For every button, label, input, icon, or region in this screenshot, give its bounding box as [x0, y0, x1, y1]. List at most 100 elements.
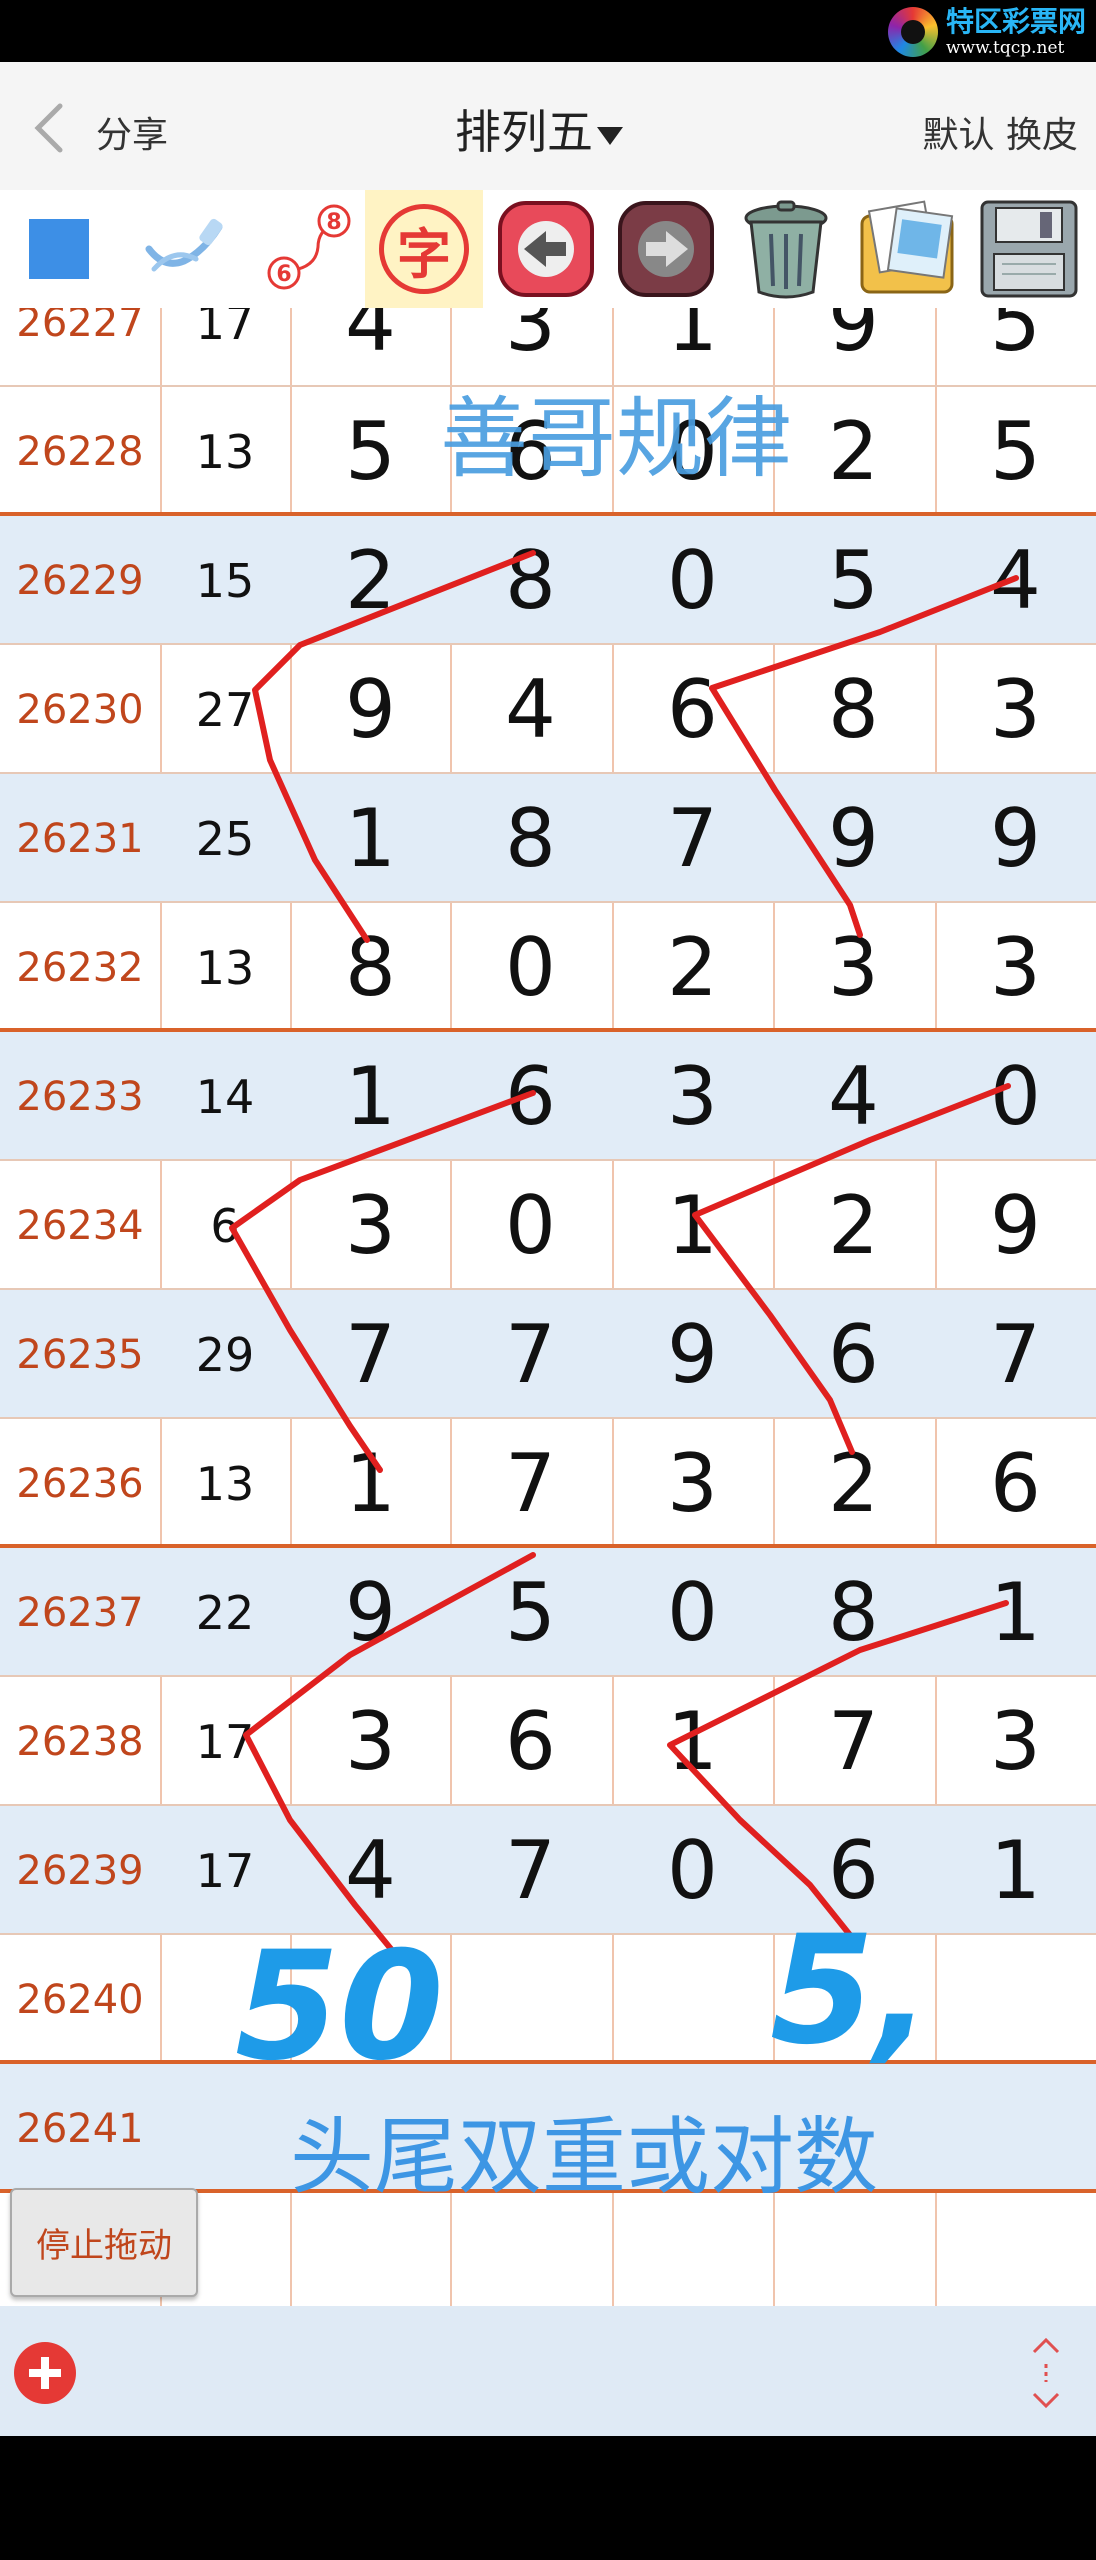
digit-cell[interactable]: 7: [450, 1806, 611, 1935]
pen-icon[interactable]: [125, 190, 243, 308]
digit-cell[interactable]: 1: [290, 1419, 451, 1548]
trash-icon[interactable]: [727, 190, 845, 308]
digit-cell[interactable]: 7: [450, 1290, 611, 1419]
connect-dots-icon[interactable]: 68: [247, 190, 365, 308]
digit-cell[interactable]: 8: [450, 516, 611, 645]
table-row[interactable]: 26234 6 3 0 1 2 9: [0, 1161, 1096, 1290]
digit-cell[interactable]: 5: [773, 516, 934, 645]
table-row[interactable]: 26237 22 9 5 0 8 1: [0, 1548, 1096, 1677]
table-row[interactable]: 26231 25 1 8 7 9 9: [0, 774, 1096, 903]
digit-cell[interactable]: 6: [612, 645, 773, 774]
table-row[interactable]: 26236 13 1 7 3 2 6: [0, 1419, 1096, 1548]
add-plus-icon[interactable]: [14, 2342, 76, 2404]
digit-cell[interactable]: 1: [612, 1161, 773, 1290]
digit-cell[interactable]: 3: [935, 903, 1096, 1032]
digit-cell[interactable]: 6: [773, 1806, 934, 1935]
digit-cell[interactable]: 4: [290, 308, 451, 387]
table-row[interactable]: 26235 29 7 7 9 6 7: [0, 1290, 1096, 1419]
digit-cell[interactable]: 5: [450, 1548, 611, 1677]
skin-menu[interactable]: 默认 换皮: [923, 106, 1078, 158]
digit-cell[interactable]: 3: [290, 1677, 451, 1806]
undo-arrow-icon[interactable]: [487, 190, 605, 308]
digit-cell[interactable]: 1: [290, 774, 451, 903]
digit-cell[interactable]: [773, 1935, 934, 2064]
table-row[interactable]: 26229 15 2 8 0 5 4: [0, 516, 1096, 645]
digit-cell[interactable]: 5: [935, 308, 1096, 387]
digit-cell[interactable]: 9: [612, 1290, 773, 1419]
digit-cell[interactable]: 3: [773, 903, 934, 1032]
digit-cell[interactable]: 7: [612, 774, 773, 903]
save-disk-icon[interactable]: [970, 190, 1088, 308]
table-row[interactable]: 26239 17 4 7 0 6 1: [0, 1806, 1096, 1935]
digit-cell[interactable]: 4: [450, 645, 611, 774]
digit-cell[interactable]: 3: [935, 1677, 1096, 1806]
digit-cell[interactable]: 0: [450, 1161, 611, 1290]
table-row[interactable]: 26240: [0, 1935, 1096, 2064]
digit-cell[interactable]: 1: [612, 1677, 773, 1806]
digit-cell[interactable]: 9: [290, 645, 451, 774]
table-row[interactable]: 26238 17 3 6 1 7 3: [0, 1677, 1096, 1806]
digit-cell[interactable]: 9: [773, 774, 934, 903]
digit-cell[interactable]: 4: [773, 1032, 934, 1161]
digit-cell[interactable]: 2: [290, 516, 451, 645]
digit-cell[interactable]: 0: [612, 1806, 773, 1935]
digit-cell[interactable]: 6: [773, 1290, 934, 1419]
digit-cell[interactable]: 8: [290, 903, 451, 1032]
redo-arrow-icon[interactable]: [607, 190, 725, 308]
digit-cell[interactable]: 0: [612, 516, 773, 645]
digit-cell[interactable]: 1: [935, 1806, 1096, 1935]
digit-cell[interactable]: 3: [935, 645, 1096, 774]
digit-cell[interactable]: 9: [935, 774, 1096, 903]
digit-cell[interactable]: [290, 1935, 451, 2064]
bottom-bar: [0, 2306, 1096, 2436]
table-row[interactable]: 26232 13 8 0 2 3 3: [0, 903, 1096, 1032]
digit-cell[interactable]: 9: [773, 308, 934, 387]
photos-icon[interactable]: [848, 190, 966, 308]
digit-cell[interactable]: 7: [290, 1290, 451, 1419]
scroll-arrows-icon[interactable]: [1026, 2336, 1066, 2410]
sum-value: 15: [195, 553, 255, 608]
digit-cell[interactable]: 6: [450, 1032, 611, 1161]
digit-cell[interactable]: 6: [935, 1419, 1096, 1548]
digit-cell[interactable]: 9: [290, 1548, 451, 1677]
digit-cell[interactable]: 3: [612, 1032, 773, 1161]
digit-cell[interactable]: [935, 2193, 1096, 2306]
digit-cell[interactable]: 3: [612, 1419, 773, 1548]
digit-cell[interactable]: [450, 1935, 611, 2064]
blue-square-icon[interactable]: [0, 190, 118, 308]
digit-cell[interactable]: 2: [773, 1419, 934, 1548]
back-chevron-icon[interactable]: [30, 102, 70, 154]
text-char-icon[interactable]: 字: [365, 190, 483, 308]
table-row[interactable]: 26230 27 9 4 6 8 3: [0, 645, 1096, 774]
digit-cell[interactable]: 9: [935, 1161, 1096, 1290]
issue-number: 26239: [16, 1847, 144, 1894]
digit-cell[interactable]: 8: [450, 774, 611, 903]
digit-cell[interactable]: 7: [773, 1677, 934, 1806]
stop-drag-button[interactable]: 停止拖动: [10, 2188, 198, 2297]
digit-cell[interactable]: 7: [450, 1419, 611, 1548]
digit-cell[interactable]: [612, 1935, 773, 2064]
digit-cell[interactable]: [935, 1935, 1096, 2064]
digit-cell[interactable]: 6: [450, 1677, 611, 1806]
table-row[interactable]: 26233 14 1 6 3 4 0: [0, 1032, 1096, 1161]
digit-cell[interactable]: 4: [935, 516, 1096, 645]
data-grid[interactable]: 26227 17 4 3 1 9 5 26228 13 5 6 0 2 5 26229 15 2 8 0 5 4 2623…: [0, 308, 1096, 2306]
digit-cell[interactable]: 5: [290, 387, 451, 516]
digit-cell[interactable]: 1: [290, 1032, 451, 1161]
digit-cell[interactable]: 0: [450, 903, 611, 1032]
digit-cell[interactable]: 4: [290, 1806, 451, 1935]
digit-cell[interactable]: [935, 2064, 1096, 2193]
digit-cell[interactable]: 3: [290, 1161, 451, 1290]
digit-cell[interactable]: 8: [773, 645, 934, 774]
digit-cell[interactable]: 5: [935, 387, 1096, 516]
digit-cell[interactable]: 8: [773, 1548, 934, 1677]
share-button[interactable]: 分享: [96, 106, 168, 158]
lottery-type-dropdown[interactable]: 排列五: [455, 96, 623, 162]
digit-cell[interactable]: 0: [612, 1548, 773, 1677]
digit-cell[interactable]: 7: [935, 1290, 1096, 1419]
digit-cell[interactable]: 0: [935, 1032, 1096, 1161]
digit-cell[interactable]: 2: [773, 387, 934, 516]
digit-cell[interactable]: 2: [773, 1161, 934, 1290]
digit-cell[interactable]: 1: [935, 1548, 1096, 1677]
digit-cell[interactable]: 2: [612, 903, 773, 1032]
